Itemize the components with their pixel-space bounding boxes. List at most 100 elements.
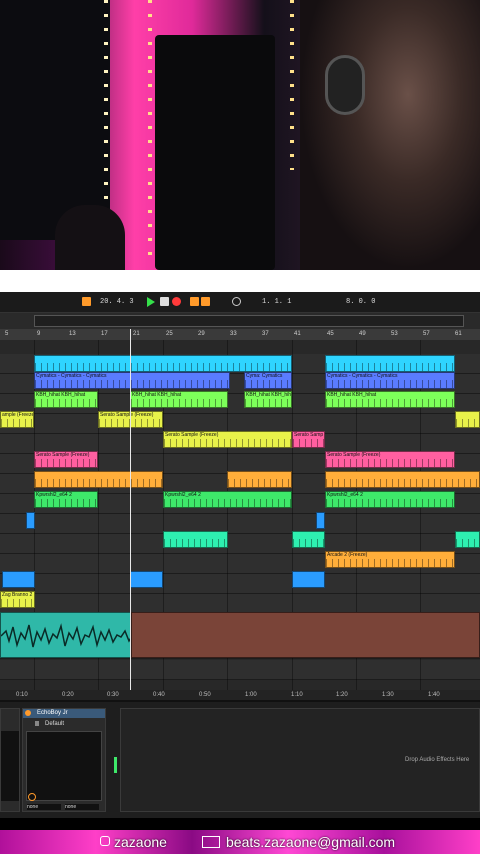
clip-arcade[interactable]: Arcade 2 (Freeze) xyxy=(325,551,455,568)
time-tick: 0:10 xyxy=(16,692,28,698)
clip-sky[interactable] xyxy=(292,571,325,588)
playhead[interactable] xyxy=(130,329,131,699)
stream-footer: zazaone beats.zazaone@gmail.com xyxy=(0,830,480,854)
device-left-fragment[interactable] xyxy=(0,708,20,812)
follow-button[interactable] xyxy=(82,297,91,306)
overview-region xyxy=(34,315,464,327)
bar-tick: 9 xyxy=(37,331,41,337)
clip-kbh-hihat[interactable]: KBH_hihat KBH_hihat xyxy=(244,391,292,408)
time-tick: 0:40 xyxy=(153,692,165,698)
clip-label: ample (Freeze) xyxy=(2,412,34,418)
time-tick: 1:20 xyxy=(336,692,348,698)
clip-serato-sample[interactable]: Serato Samp xyxy=(292,431,325,448)
clip-cymatics-top[interactable] xyxy=(34,355,292,372)
clip-label: Kpwrshl2_e64 2 xyxy=(165,492,201,498)
bar-tick: 53 xyxy=(391,331,398,337)
waveform xyxy=(1,623,130,648)
loop-icon[interactable] xyxy=(232,297,241,306)
clip-serato-sample[interactable]: Serato Sample (Freeze) xyxy=(34,451,98,468)
footer-email: beats.zazaone@gmail.com xyxy=(226,834,396,850)
time-tick: 1:30 xyxy=(382,692,394,698)
clip-orange[interactable] xyxy=(325,471,480,488)
clip-small-blue[interactable] xyxy=(316,512,325,529)
effects-drop-zone[interactable]: Drop Audio Effects Here xyxy=(120,708,480,812)
automation-button[interactable] xyxy=(201,297,210,306)
audio-clip[interactable] xyxy=(0,612,131,658)
clip-serato-sample[interactable] xyxy=(455,411,480,428)
device-echoboy[interactable]: EchoBoy Jr Default none none xyxy=(22,708,106,812)
clip-serato-sample[interactable]: ample (Freeze) xyxy=(0,411,34,428)
clip-orange[interactable] xyxy=(34,471,163,488)
track-lane[interactable] xyxy=(0,514,480,534)
instagram-icon xyxy=(100,836,110,846)
time-ruler[interactable]: 0:10 0:20 0:30 0:40 0:50 1:00 1:10 1:20 … xyxy=(0,690,480,700)
clip-cymatics-top[interactable] xyxy=(325,355,455,372)
clip-zag[interactable]: Zag Branno 2 xyxy=(0,591,35,608)
clip-cymatics[interactable]: Cymatics - Cymatics - Cymatics xyxy=(34,372,230,389)
clip-kbh-hihat[interactable]: KBH_hihat KBH_hihat xyxy=(130,391,228,408)
clip-sky[interactable] xyxy=(130,571,163,588)
bar-tick: 45 xyxy=(327,331,334,337)
clip-mint[interactable] xyxy=(455,531,480,548)
clip-sky[interactable] xyxy=(2,571,35,588)
clip-label: KBH_hihat KBH_hihat xyxy=(132,392,182,398)
clip-serato-sample[interactable]: Serato Sample (Freeze) xyxy=(325,451,455,468)
power-icon[interactable] xyxy=(25,710,31,716)
clip-cymatics[interactable]: Cyma: Cymatics xyxy=(244,372,292,389)
time-tick: 0:50 xyxy=(199,692,211,698)
bar-tick: 25 xyxy=(166,331,173,337)
transport-bar: 20. 4. 3 1. 1. 1 8. 0. 0 xyxy=(0,292,480,313)
clip-kbh-hihat[interactable]: KBH_hihat KBH_hihat xyxy=(325,391,455,408)
clip-small-blue[interactable] xyxy=(26,512,35,529)
clip-label: Kpwrshl2_e64 2 xyxy=(36,492,72,498)
device-title: EchoBoy Jr xyxy=(37,710,68,716)
select-left[interactable]: none xyxy=(27,804,61,810)
audio-clip-muted[interactable] xyxy=(131,612,480,658)
clip-mint[interactable] xyxy=(292,531,325,548)
clip-kpwrshl[interactable]: Kpwrshl2_e64 2 xyxy=(163,491,292,508)
clip-label: Serato Sample (Freeze) xyxy=(36,452,90,458)
webcam-feed xyxy=(0,0,480,270)
speaker-panel-left xyxy=(0,0,110,240)
device-view: EchoBoy Jr Default none none Drop Audio … xyxy=(0,700,480,820)
bar-tick: 33 xyxy=(230,331,237,337)
figurine xyxy=(55,205,125,270)
preset-label[interactable]: Default xyxy=(45,721,64,727)
time-tick: 1:10 xyxy=(291,692,303,698)
track-lane[interactable] xyxy=(0,660,480,680)
mail-icon xyxy=(202,836,220,848)
clip-label: KBH_hihat KBH_hihat xyxy=(36,392,86,398)
play-icon[interactable] xyxy=(147,297,155,307)
position-display[interactable]: 1. 1. 1 xyxy=(262,298,291,306)
select-right[interactable]: none xyxy=(65,804,99,810)
clip-kbh-hihat[interactable]: KBH_hihat KBH_hihat xyxy=(34,391,98,408)
clip-mint[interactable] xyxy=(163,531,228,548)
clip-label: Cymatics - Cymatics - Cymatics xyxy=(36,373,107,379)
track-lane[interactable] xyxy=(0,574,480,594)
light-strip xyxy=(290,0,294,170)
clip-label: Cyma: Cymatics xyxy=(246,373,283,379)
clip-label: Serato Sample (Freeze) xyxy=(327,452,381,458)
device-display xyxy=(26,731,102,801)
clip-label: Kpwrshl2_e64 2 xyxy=(327,492,363,498)
clip-kpwrshl[interactable]: Kpwrshl2_e64 2 xyxy=(325,491,455,508)
clip-orange[interactable] xyxy=(227,471,292,488)
bar-tick: 37 xyxy=(262,331,269,337)
clip-cymatics[interactable]: Cymatics - Cymatics - Cymatics xyxy=(325,372,455,389)
overview-bar[interactable] xyxy=(0,313,480,329)
overdub-button[interactable] xyxy=(190,297,199,306)
tempo-display[interactable]: 20. 4. 3 xyxy=(100,298,134,306)
bar-tick: 61 xyxy=(455,331,462,337)
arrangement-view[interactable]: Cymatics - Cymatics - Cymatics Cyma: Cym… xyxy=(0,340,480,690)
loop-length-display[interactable]: 8. 0. 0 xyxy=(346,298,375,306)
drop-hint: Drop Audio Effects Here xyxy=(405,757,470,763)
clip-serato-sample[interactable]: Serato Sample (Freeze) xyxy=(163,431,292,448)
record-icon[interactable] xyxy=(172,297,181,306)
clip-kpwrshl[interactable]: Kpwrshl2_e64 2 xyxy=(34,491,98,508)
stop-icon[interactable] xyxy=(160,297,169,306)
level-meter xyxy=(114,757,117,773)
bar-tick: 13 xyxy=(69,331,76,337)
speaker-panel-right xyxy=(155,35,275,270)
lock-icon xyxy=(35,721,39,726)
bar-tick: 17 xyxy=(101,331,108,337)
